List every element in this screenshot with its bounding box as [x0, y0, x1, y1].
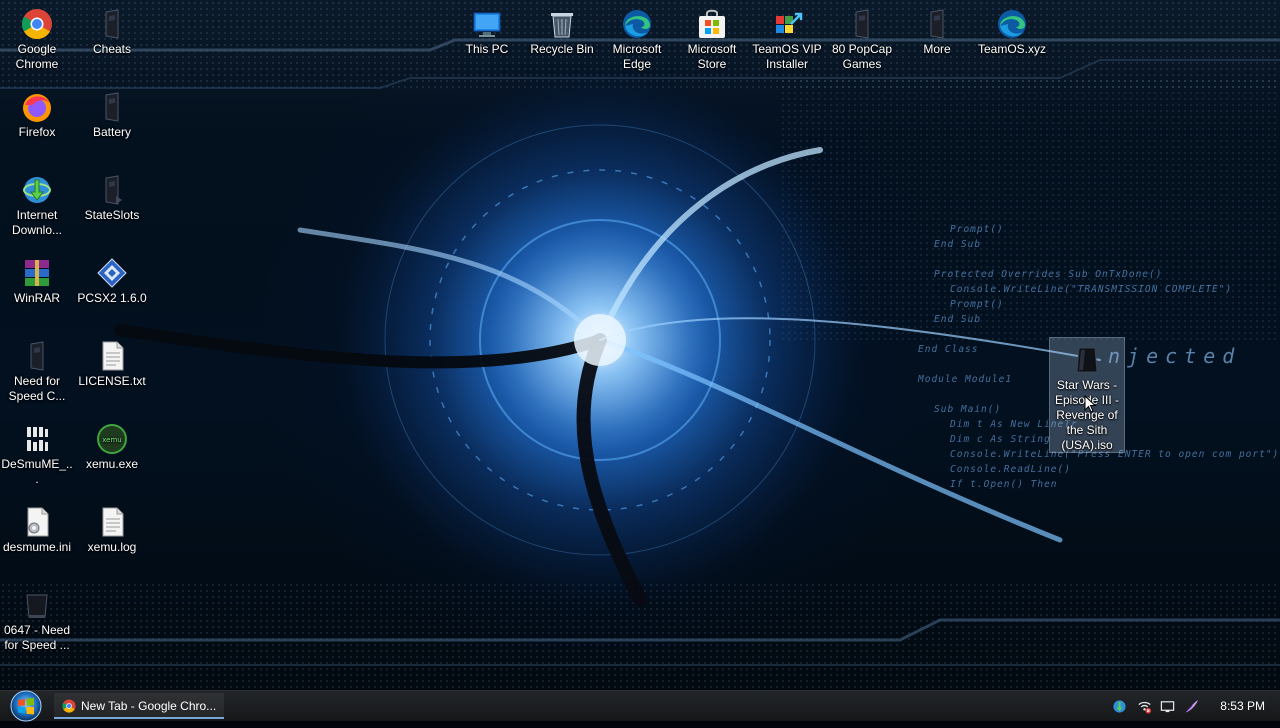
idm-tray-icon[interactable] — [1112, 699, 1127, 714]
wallpaper-code-line: Prompt() — [950, 299, 1004, 310]
desktop-icon-microsoft-edge[interactable]: Microsoft Edge — [600, 2, 674, 72]
desktop-icon-xemu-log[interactable]: xemu.log — [75, 500, 149, 555]
desktop-icon-need-for-speed-c[interactable]: Need for Speed C... — [0, 334, 74, 404]
installer-icon — [771, 8, 803, 40]
xemu-icon: xemu — [96, 423, 128, 455]
generic-app-icon — [21, 589, 53, 621]
text-file-icon — [96, 506, 128, 538]
firefox-icon — [21, 91, 53, 123]
icon-label: Recycle Bin — [530, 42, 594, 56]
windows-logo-icon — [10, 690, 42, 722]
icon-label: Battery — [92, 125, 131, 139]
wallpaper-code-line: Console.ReadLine() — [950, 464, 1071, 475]
desktop-icon-winrar[interactable]: WinRAR — [0, 251, 74, 306]
icon-label: xemu.log — [87, 540, 137, 554]
icon-label: Internet Downlo... — [11, 208, 63, 237]
desktop-icon-pcsx2[interactable]: PCSX2 1.6.0 — [75, 251, 149, 306]
icon-label: Microsoft Edge — [612, 42, 662, 71]
winrar-icon — [21, 257, 53, 289]
icon-label: LICENSE.txt — [78, 374, 146, 388]
chrome-icon — [62, 699, 76, 713]
icon-label: Need for Speed C... — [8, 374, 66, 403]
text-file-icon — [96, 340, 128, 372]
icon-label: TeamOS VIP Installer — [752, 42, 822, 71]
recycle-bin-icon — [546, 8, 578, 40]
desktop-icon-license-txt[interactable]: LICENSE.txt — [75, 334, 149, 389]
taskbar: New Tab - Google Chro... 8:53 PM — [0, 689, 1280, 723]
icon-label: DeSmuME_... — [1, 457, 73, 486]
icon-label: TeamOS.xyz — [977, 42, 1046, 56]
generic-app-icon — [21, 340, 53, 372]
icon-label: 0647 - Need for Speed ... — [3, 623, 71, 652]
desktop-icon-more[interactable]: More — [900, 2, 974, 57]
taskbar-clock[interactable]: 8:53 PM — [1220, 699, 1265, 713]
display-icon[interactable] — [1160, 699, 1175, 714]
desktop-icon-80-popcap-games[interactable]: 80 PopCap Games — [825, 2, 899, 72]
this-pc-icon — [471, 8, 503, 40]
ini-file-icon — [21, 506, 53, 538]
icon-label: WinRAR — [13, 291, 60, 305]
edge-icon — [996, 8, 1028, 40]
system-tray: 8:53 PM — [1110, 691, 1280, 721]
wallpaper-code-line: End Sub — [934, 314, 982, 325]
icon-label: StateSlots — [84, 208, 140, 222]
desmume-icon — [21, 423, 53, 455]
generic-app-icon — [96, 91, 128, 123]
desktop-icon-microsoft-store[interactable]: Microsoft Store — [675, 2, 749, 72]
desktop-icon-desmume-ini[interactable]: desmume.ini — [0, 500, 74, 555]
icon-label: desmume.ini — [2, 540, 72, 554]
desktop-icon-teamos-vip-installer[interactable]: TeamOS VIP Installer — [750, 2, 824, 72]
desktop-icon-cheats[interactable]: Cheats — [75, 2, 149, 57]
icon-label: Google Chrome — [15, 42, 59, 71]
svg-text:xemu: xemu — [102, 436, 122, 444]
wallpaper-code-line: Protected Overrides Sub OnTxDone() — [934, 269, 1163, 280]
desktop[interactable]: Prompt() End Sub Protected Overrides Sub… — [0, 0, 1280, 690]
pen-feather-icon[interactable] — [1184, 699, 1199, 714]
generic-app-icon — [96, 8, 128, 40]
edge-icon — [621, 8, 653, 40]
taskbar-app-label: New Tab - Google Chro... — [81, 699, 217, 713]
wallpaper-code-line: Console.WriteLine("TRANSMISSION COMPLETE… — [950, 284, 1233, 295]
generic-app-icon — [921, 8, 953, 40]
taskbar-app-chrome[interactable]: New Tab - Google Chro... — [54, 693, 224, 719]
icon-label: 80 PopCap Games — [831, 42, 893, 71]
desktop-icon-internet-download-manager[interactable]: Internet Downlo... — [0, 168, 74, 238]
wallpaper-code-line: Sub Main() — [934, 404, 1002, 415]
wallpaper-code-line: Module Module1 — [918, 374, 1013, 385]
desktop-icon-desmume[interactable]: DeSmuME_... — [0, 417, 74, 487]
wallpaper-code-line: End Sub — [934, 239, 982, 250]
icon-label: Cheats — [92, 42, 132, 56]
desktop-icon-battery[interactable]: Battery — [75, 85, 149, 140]
mouse-cursor-icon — [1084, 395, 1096, 413]
desktop-icon-firefox[interactable]: Firefox — [0, 85, 74, 140]
desktop-icon-0647-need-for-speed[interactable]: 0647 - Need for Speed ... — [0, 583, 74, 653]
icon-label: This PC — [465, 42, 509, 56]
pcsx2-icon — [96, 257, 128, 289]
icon-label: Microsoft Store — [687, 42, 737, 71]
generic-app-icon — [96, 174, 128, 206]
store-icon — [696, 8, 728, 40]
start-button[interactable] — [8, 689, 44, 723]
wallpaper-word: njected — [1108, 344, 1242, 368]
chrome-icon — [21, 8, 53, 40]
wallpaper-code-line: End Class — [918, 344, 979, 355]
icon-label: More — [923, 42, 951, 56]
idm-icon — [21, 174, 53, 206]
desktop-icon-this-pc[interactable]: This PC — [450, 2, 524, 57]
icon-label: Firefox — [18, 125, 56, 139]
desktop-icon-teamos-xyz[interactable]: TeamOS.xyz — [975, 2, 1049, 57]
desktop-icon-google-chrome[interactable]: Google Chrome — [0, 2, 74, 72]
icon-label: Star Wars - Episode III - Revenge of the… — [1054, 378, 1120, 452]
wallpaper-code-line: Dim c As String — [950, 434, 1051, 445]
desktop-icon-recycle-bin[interactable]: Recycle Bin — [525, 2, 599, 57]
iso-file-icon — [1071, 344, 1103, 376]
icon-label: PCSX2 1.6.0 — [77, 291, 147, 305]
icon-label: xemu.exe — [85, 457, 139, 471]
desktop-icon-xemu-exe[interactable]: xemu xemu.exe — [75, 417, 149, 472]
network-icon[interactable] — [1137, 699, 1152, 714]
wallpaper-code-line: If t.Open() Then — [950, 479, 1058, 490]
desktop-icon-stateslots[interactable]: StateSlots — [75, 168, 149, 223]
wallpaper-code-line: Prompt() — [950, 224, 1004, 235]
generic-app-icon — [846, 8, 878, 40]
